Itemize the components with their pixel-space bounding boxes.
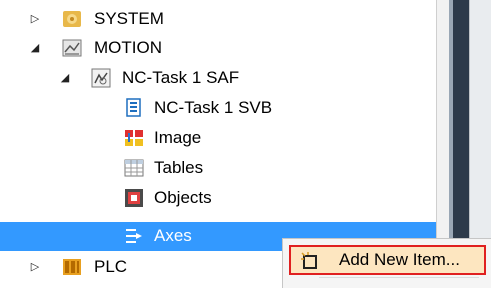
expand-arrow-icon[interactable]: ▷ [29,261,41,273]
objects-icon [124,188,144,208]
tree-item-label: Image [154,128,202,147]
tree-item-motion[interactable]: ◢ MOTION [0,34,436,63]
menu-separator [319,277,479,278]
tree-item-label: Objects [154,188,212,207]
system-icon [62,9,82,29]
tree-item-label: NC-Task 1 SVB [154,98,273,117]
add-item-icon [300,251,320,271]
tree-item-label: NC-Task 1 SAF [122,68,240,87]
tree-item-system[interactable]: ▷ SYSTEM [0,5,436,34]
plc-icon [62,257,82,277]
tree-item-label: PLC [94,257,128,276]
motion-icon [62,38,82,58]
context-menu: Add New Item... [282,238,491,288]
menu-item-label: Add New Item... [339,250,460,269]
add-new-item-menu-item[interactable]: Add New Item... [289,245,486,275]
expand-arrow-icon[interactable]: ▷ [29,13,41,25]
tables-icon [124,158,144,178]
collapse-arrow-icon[interactable]: ◢ [59,72,71,84]
tree-item-label: SYSTEM [94,9,164,28]
tree-item-nc-task-svb[interactable]: NC-Task 1 SVB [0,94,436,123]
tree-item-label: MOTION [94,38,162,57]
tree-item-label: Axes [154,226,192,245]
tree-item-label: Tables [154,158,204,177]
nc-task-icon [91,68,111,88]
tree-item-image[interactable]: Image [0,124,436,153]
tree-item-tables[interactable]: Tables [0,154,436,183]
collapse-arrow-icon[interactable]: ◢ [29,42,41,54]
tree-item-objects[interactable]: Objects [0,184,436,213]
svb-icon [124,98,144,118]
tree-item-nc-task-saf[interactable]: ◢ NC-Task 1 SAF [0,64,436,93]
image-icon [124,128,144,148]
axes-icon [124,226,144,246]
